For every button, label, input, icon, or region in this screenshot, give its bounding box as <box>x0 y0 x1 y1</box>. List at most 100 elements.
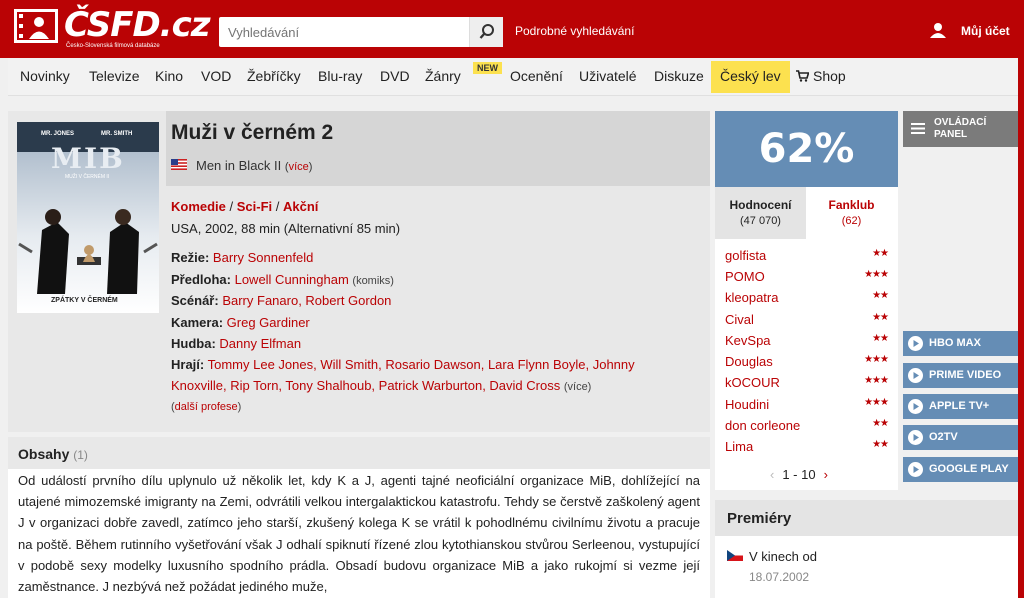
more-professions-close: ) <box>237 401 242 413</box>
nav-oceneni[interactable]: Ocenění <box>510 68 563 84</box>
rating-panel: 62% Hodnocení (47 070) Fanklub (62) golf… <box>715 111 898 490</box>
crew-link[interactable]: Greg Gardiner <box>227 315 310 330</box>
crew-label: Hrají: <box>171 357 205 372</box>
play-icon <box>908 336 923 351</box>
user-rating-row: kleopatra ★★ <box>725 290 889 310</box>
more-professions-link[interactable]: další profese <box>175 401 238 413</box>
genre-separator: / <box>272 199 283 214</box>
film-poster[interactable]: SS MR. JONES MR. SMITH MIB MUŽI V ČERNÉM… <box>17 122 159 313</box>
vod-prime-video-button[interactable]: PRIME VIDEO <box>903 363 1018 388</box>
crew-cast-cont: Knoxville, Rip Torn, Tony Shalhoub, Patr… <box>171 378 591 393</box>
crew-link[interactable]: Lowell Cunningham <box>235 272 349 287</box>
nav-uzivatele[interactable]: Uživatelé <box>579 68 637 84</box>
crew-link[interactable]: Barry Sonnenfeld <box>213 250 313 265</box>
crew-label: Hudba: <box>171 336 216 351</box>
original-title-text: Men in Black II <box>196 158 282 173</box>
user-rating-row: KevSpa ★★ <box>725 333 889 353</box>
nav-cesky-lev[interactable]: Český lev <box>711 61 790 93</box>
user-name-link[interactable]: don corleone <box>725 418 800 433</box>
main-nav: Novinky Televize Kino VOD Žebříčky Blu-r… <box>8 58 1018 96</box>
premiere-date: 18.07.2002 <box>749 570 810 584</box>
genre-komedie[interactable]: Komedie <box>171 199 226 214</box>
user-name-link[interactable]: kleopatra <box>725 290 778 305</box>
ratings-pager: ‹ 1 - 10 › <box>770 467 850 482</box>
crew-label: Scénář: <box>171 293 219 308</box>
nav-vod[interactable]: VOD <box>201 68 231 84</box>
user-name-link[interactable]: KevSpa <box>725 333 771 348</box>
user-name-link[interactable]: Douglas <box>725 354 773 369</box>
tab-fanclub-label: Fanklub <box>828 198 875 212</box>
search-input[interactable] <box>219 17 469 47</box>
crew-link[interactable]: Barry Fanaro, Robert Gordon <box>222 293 391 308</box>
original-title-more[interactable]: více <box>289 161 309 173</box>
crew-note: (komiks) <box>352 275 394 287</box>
site-logo[interactable]: ČSFD.cz Česko-Slovenská filmová databáze <box>14 5 211 51</box>
poster-logo: MIB <box>51 142 125 175</box>
pager-prev-icon[interactable]: ‹ <box>770 467 774 482</box>
user-rating-row: don corleone ★★ <box>725 418 889 438</box>
nav-diskuze[interactable]: Diskuze <box>654 68 704 84</box>
vod-apple-tv-button[interactable]: APPLE TV+ <box>903 394 1018 419</box>
advanced-search-link[interactable]: Podrobné vyhledávání <box>515 24 634 38</box>
flag-cz-icon <box>727 550 743 561</box>
rating-percent: 62% <box>715 111 898 187</box>
vod-o2tv-button[interactable]: O2TV <box>903 425 1018 450</box>
stars-icon: ★★ <box>872 333 889 344</box>
genre-akcni[interactable]: Akční <box>283 199 318 214</box>
nav-dvd[interactable]: DVD <box>380 68 410 84</box>
logo-film-icon <box>14 9 58 43</box>
control-panel-label: OVLÁDACÍ PANEL <box>934 117 987 140</box>
cart-icon <box>796 70 809 82</box>
user-name-link[interactable]: golfista <box>725 248 766 263</box>
pager-next-icon[interactable]: › <box>824 467 828 482</box>
cast-link[interactable]: Knoxville, Rip Torn, Tony Shalhoub, Patr… <box>171 378 560 393</box>
crew-cast: Hrají: Tommy Lee Jones, Will Smith, Rosa… <box>171 357 635 372</box>
vod-hbo-max-button[interactable]: HBO MAX <box>903 331 1018 356</box>
premiere-where: V kinech od <box>749 549 817 564</box>
cast-link[interactable]: Tommy Lee Jones, Will Smith, Rosario Daw… <box>208 357 635 372</box>
user-name-link[interactable]: Cival <box>725 312 754 327</box>
nav-bluray[interactable]: Blu-ray <box>318 68 362 84</box>
stars-icon: ★★★ <box>864 375 889 386</box>
crew-directing: Režie: Barry Sonnenfeld <box>171 250 313 265</box>
tab-ratings[interactable]: Hodnocení (47 070) <box>715 187 806 239</box>
plot-title-text: Obsahy <box>18 446 70 462</box>
vod-google-play-button[interactable]: GOOGLE PLAY <box>903 457 1018 482</box>
nav-televize[interactable]: Televize <box>89 68 140 84</box>
tab-fanclub[interactable]: Fanklub (62) <box>806 187 897 239</box>
logo-subtitle: Česko-Slovenská filmová databáze <box>66 43 160 49</box>
user-name-link[interactable]: kOCOUR <box>725 375 780 390</box>
vod-label: HBO MAX <box>929 337 981 349</box>
crew-link[interactable]: Danny Elfman <box>219 336 301 351</box>
plot-box: Obsahy (1) Od událostí prvního dílu uply… <box>8 437 710 598</box>
site-header: ČSFD.cz Česko-Slovenská filmová databáze… <box>0 0 1024 58</box>
search-button[interactable] <box>469 17 503 47</box>
nav-zanry[interactable]: Žánry <box>425 68 461 84</box>
cast-more-link[interactable]: (více) <box>564 381 592 393</box>
flag-us-icon <box>171 159 187 170</box>
poster-actor-right: MR. SMITH <box>101 131 133 137</box>
user-name-link[interactable]: Lima <box>725 439 753 454</box>
more-professions: (další profese) <box>171 401 241 413</box>
stars-icon: ★★★ <box>864 354 889 365</box>
vod-label: O2TV <box>929 431 958 443</box>
user-name-link[interactable]: Houdini <box>725 397 769 412</box>
nav-zebricky[interactable]: Žebříčky <box>247 68 301 84</box>
vod-label: GOOGLE PLAY <box>929 463 1009 475</box>
tab-fanclub-count: (62) <box>841 215 862 227</box>
play-icon <box>908 368 923 383</box>
plot-text: Od událostí prvního dílu uplynulo už něk… <box>18 473 700 595</box>
film-origin: USA, 2002, 88 min (Alternativní 85 min) <box>171 221 401 236</box>
control-panel-button[interactable]: OVLÁDACÍ PANEL <box>903 111 1018 147</box>
nav-novinky[interactable]: Novinky <box>20 68 70 84</box>
menu-icon <box>911 123 925 134</box>
crew-camera: Kamera: Greg Gardiner <box>171 315 310 330</box>
new-badge: NEW <box>473 62 502 74</box>
play-icon <box>908 430 923 445</box>
nav-shop[interactable]: Shop <box>796 68 846 84</box>
genres: Komedie / Sci-Fi / Akční <box>171 199 318 214</box>
stars-icon: ★★ <box>872 439 889 450</box>
user-name-link[interactable]: POMO <box>725 269 765 284</box>
genre-scifi[interactable]: Sci-Fi <box>237 199 272 214</box>
nav-kino[interactable]: Kino <box>155 68 183 84</box>
